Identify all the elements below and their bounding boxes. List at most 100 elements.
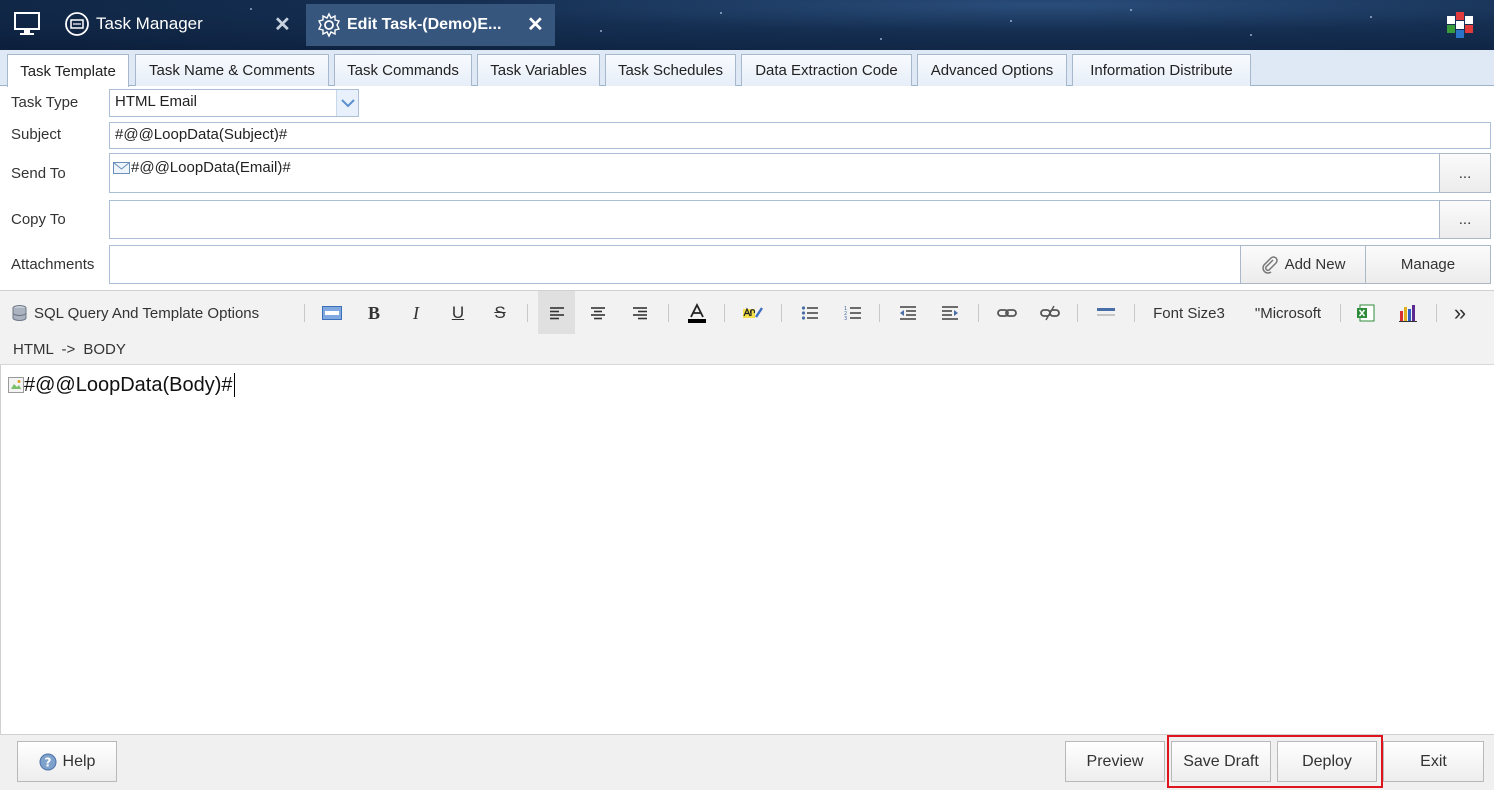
task-type-select[interactable]: HTML Email — [109, 89, 359, 117]
numbered-list-button[interactable]: 123 — [836, 291, 869, 335]
bar-chart-icon — [1398, 304, 1418, 322]
font-size-select[interactable]: Font Size3 — [1145, 291, 1233, 335]
task-type-label: Task Type — [11, 94, 79, 111]
manage-attachments-button[interactable]: Manage — [1365, 245, 1491, 284]
sql-query-label: SQL Query And Template Options — [34, 304, 260, 322]
toolbar-separator — [879, 304, 880, 322]
tab-label: Task Variables — [490, 62, 587, 79]
toolbar-separator — [724, 304, 725, 322]
email-icon — [113, 161, 130, 174]
svg-text:?: ? — [44, 755, 51, 769]
horizontal-rule-button[interactable] — [1089, 291, 1122, 335]
editor-toolbar: SQL Query And Template Options B I U S 1… — [0, 290, 1494, 335]
remove-link-button[interactable] — [1033, 291, 1066, 335]
tab-label: Task Template — [20, 62, 116, 80]
highlight-color-button[interactable] — [736, 291, 769, 335]
task-type-value: HTML Email — [115, 93, 197, 110]
tab-label: Advanced Options — [930, 62, 1054, 79]
chevron-down-icon[interactable] — [336, 90, 358, 116]
horizontal-rule-icon — [1096, 306, 1115, 320]
help-button[interactable]: ? Help — [17, 741, 117, 782]
preview-button[interactable]: Preview — [1065, 741, 1165, 782]
tab-information-distribute[interactable]: Information Distribute — [1072, 54, 1251, 86]
element-path: HTML -> BODY — [13, 341, 126, 358]
tab-task-name-comments[interactable]: Task Name & Comments — [135, 54, 329, 86]
align-right-icon — [632, 306, 648, 320]
bulleted-list-icon — [801, 305, 819, 321]
text-caret — [233, 373, 235, 397]
copy-to-label: Copy To — [11, 211, 66, 228]
app-logo-icon — [1445, 10, 1475, 40]
numbered-list-icon: 123 — [844, 305, 862, 321]
attachments-label: Attachments — [11, 256, 95, 273]
outdent-icon — [899, 305, 917, 321]
send-to-label: Send To — [11, 165, 66, 182]
copy-to-browse-button[interactable]: ... — [1439, 200, 1491, 239]
send-to-token[interactable]: #@@LoopData(Email)# — [113, 159, 291, 176]
subject-value: #@@LoopData(Subject)# — [115, 126, 288, 143]
window-tab-label: Task Manager — [96, 14, 203, 33]
align-left-icon — [549, 306, 565, 320]
align-right-button[interactable] — [623, 291, 656, 335]
editor-body-text: #@@LoopData(Body)# — [24, 373, 233, 396]
subject-input[interactable]: #@@LoopData(Subject)# — [109, 122, 1491, 149]
align-left-button[interactable] — [538, 291, 575, 335]
sql-query-template-options-button[interactable]: SQL Query And Template Options — [11, 291, 293, 335]
insert-link-button[interactable] — [990, 291, 1023, 335]
send-to-input[interactable]: #@@LoopData(Email)# — [109, 153, 1440, 193]
element-path-bar: HTML -> BODY — [0, 334, 1494, 365]
chart-button[interactable] — [1391, 291, 1424, 335]
send-to-browse-button[interactable]: ... — [1439, 153, 1491, 193]
more-tools-button[interactable]: » — [1444, 291, 1476, 335]
font-color-icon — [687, 303, 707, 323]
tab-task-commands[interactable]: Task Commands — [334, 54, 472, 86]
underline-button[interactable]: U — [442, 291, 474, 335]
close-icon[interactable]: ✕ — [527, 15, 544, 35]
html-editor-area[interactable]: #@@LoopData(Body)# — [0, 365, 1494, 734]
tab-label: Data Extraction Code — [755, 62, 898, 79]
toolbar-separator — [1077, 304, 1078, 322]
font-color-button[interactable] — [681, 291, 713, 335]
indent-button[interactable] — [933, 291, 966, 335]
toolbar-separator — [1436, 304, 1437, 322]
excel-button[interactable] — [1349, 291, 1382, 335]
italic-button[interactable]: I — [400, 291, 432, 335]
indent-icon — [941, 305, 959, 321]
html-source-button[interactable] — [316, 291, 348, 335]
desktop-icon[interactable] — [13, 11, 41, 37]
tab-task-schedules[interactable]: Task Schedules — [605, 54, 736, 86]
copy-to-input[interactable] — [109, 200, 1440, 239]
task-manager-icon — [64, 11, 90, 37]
unlink-icon — [1039, 304, 1060, 322]
tab-data-extraction-code[interactable]: Data Extraction Code — [741, 54, 912, 86]
subject-label: Subject — [11, 126, 62, 143]
window-tab-edit-task[interactable]: Edit Task-(Demo)E... — [306, 4, 555, 46]
strikethrough-button[interactable]: S — [484, 291, 516, 335]
tab-advanced-options[interactable]: Advanced Options — [917, 54, 1067, 86]
add-new-label: Add New — [1284, 256, 1346, 273]
toolbar-separator — [527, 304, 528, 322]
title-bar: Task Manager ✕ Edit Task-(Demo)E... ✕ — [0, 0, 1494, 50]
send-to-value: #@@LoopData(Email)# — [131, 159, 291, 176]
font-name-select[interactable]: "Microsoft — [1243, 291, 1333, 335]
exit-button[interactable]: Exit — [1383, 741, 1484, 782]
outdent-button[interactable] — [891, 291, 924, 335]
html-source-icon — [322, 306, 342, 320]
attachments-input[interactable] — [109, 245, 1241, 284]
broken-image-icon — [8, 377, 24, 393]
close-icon[interactable]: ✕ — [274, 15, 291, 35]
svg-text:3: 3 — [844, 316, 847, 321]
tab-task-template[interactable]: Task Template — [7, 54, 129, 87]
bold-button[interactable]: B — [358, 291, 390, 335]
toolbar-separator — [1340, 304, 1341, 322]
tab-label: Information Distribute — [1090, 62, 1233, 79]
bulleted-list-button[interactable] — [793, 291, 826, 335]
align-center-button[interactable] — [581, 291, 614, 335]
tab-task-variables[interactable]: Task Variables — [477, 54, 600, 86]
footer-bar: ? Help Preview Save Draft Deploy Exit — [0, 734, 1494, 790]
window-tab-task-manager[interactable]: Task Manager — [56, 8, 203, 40]
add-new-attachment-button[interactable]: Add New — [1240, 245, 1366, 284]
tab-label: Task Schedules — [617, 62, 724, 79]
excel-icon — [1356, 304, 1375, 322]
editor-content[interactable]: #@@LoopData(Body)# — [8, 373, 235, 397]
